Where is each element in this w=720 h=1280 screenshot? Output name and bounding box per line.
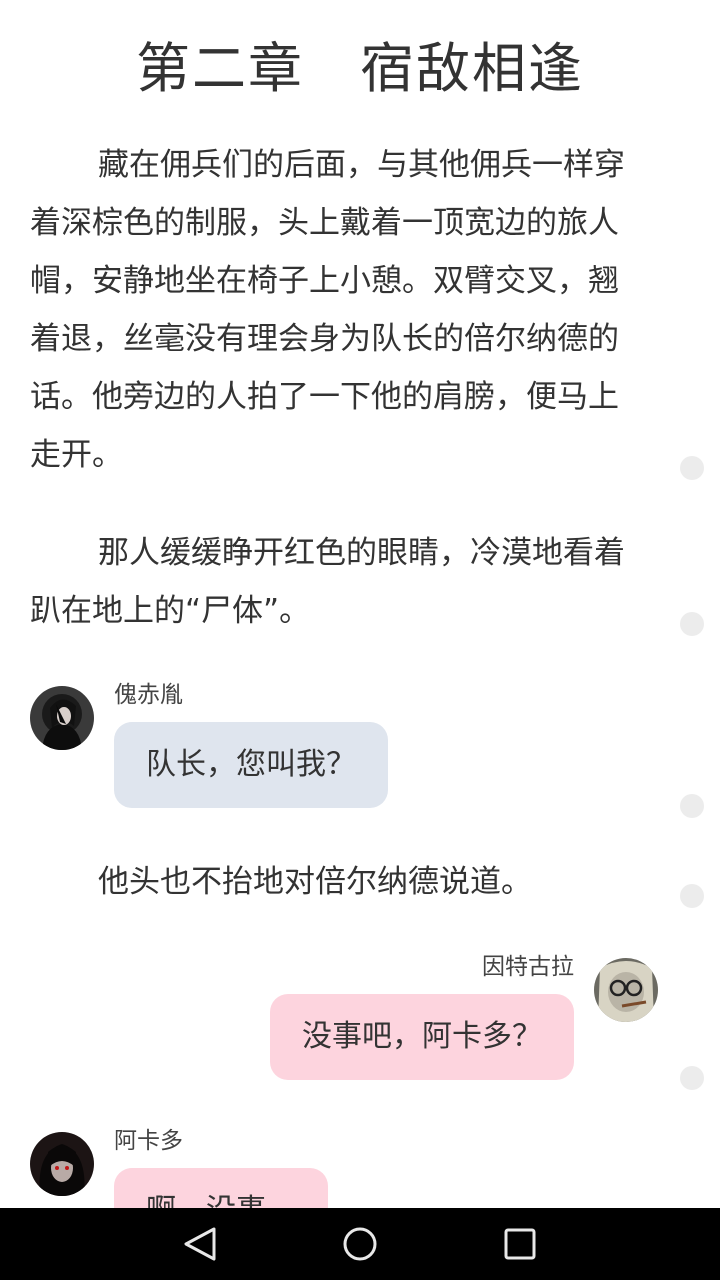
paragraph-comment-dot[interactable]: [680, 884, 704, 908]
avatar-integra[interactable]: [594, 958, 658, 1022]
reader-screen: 第二章 宿敌相逢 藏在佣兵们的后面，与其他佣兵一样穿着深棕色的制服，头上戴着一顶…: [0, 0, 720, 1280]
speaker-name: 傀赤胤: [114, 682, 183, 708]
dialogue-bubble: 啊，没事。: [114, 1168, 328, 1208]
circle-home-icon: [343, 1227, 377, 1261]
triangle-back-icon: [184, 1227, 216, 1261]
system-navigation-bar: [0, 1208, 720, 1280]
back-button[interactable]: [160, 1208, 240, 1280]
avatar-image: [594, 958, 658, 1022]
speaker-name: 因特古拉: [482, 954, 574, 980]
avatar-alucard[interactable]: [30, 1132, 94, 1196]
avatar-image: [30, 686, 94, 750]
square-recents-icon: [504, 1228, 536, 1260]
narration-paragraph: 他头也不抬地对倍尔纳德说道。: [98, 864, 532, 900]
narration-paragraph: 那人缓缓睁开红色的眼睛，冷漠地看着趴在地上的“尸体”。: [30, 535, 625, 629]
avatar-image: [30, 1132, 94, 1196]
paragraph-comment-dot[interactable]: [680, 1066, 704, 1090]
paragraph-comment-dot[interactable]: [680, 456, 704, 480]
dialogue-bubble: 没事吧，阿卡多？: [270, 994, 574, 1080]
dialogue-bubble: 队长，您叫我？: [114, 722, 388, 808]
chapter-title: 第二章 宿敌相逢: [136, 37, 584, 100]
paragraph-comment-dot[interactable]: [680, 612, 704, 636]
speaker-name: 阿卡多: [114, 1128, 183, 1154]
avatar-kuichiyin[interactable]: [30, 686, 94, 750]
home-button[interactable]: [320, 1208, 400, 1280]
narration-paragraph: 藏在佣兵们的后面，与其他佣兵一样穿着深棕色的制服，头上戴着一顶宽边的旅人帽，安静…: [30, 147, 625, 473]
paragraph-comment-dot[interactable]: [680, 794, 704, 818]
recents-button[interactable]: [480, 1208, 560, 1280]
